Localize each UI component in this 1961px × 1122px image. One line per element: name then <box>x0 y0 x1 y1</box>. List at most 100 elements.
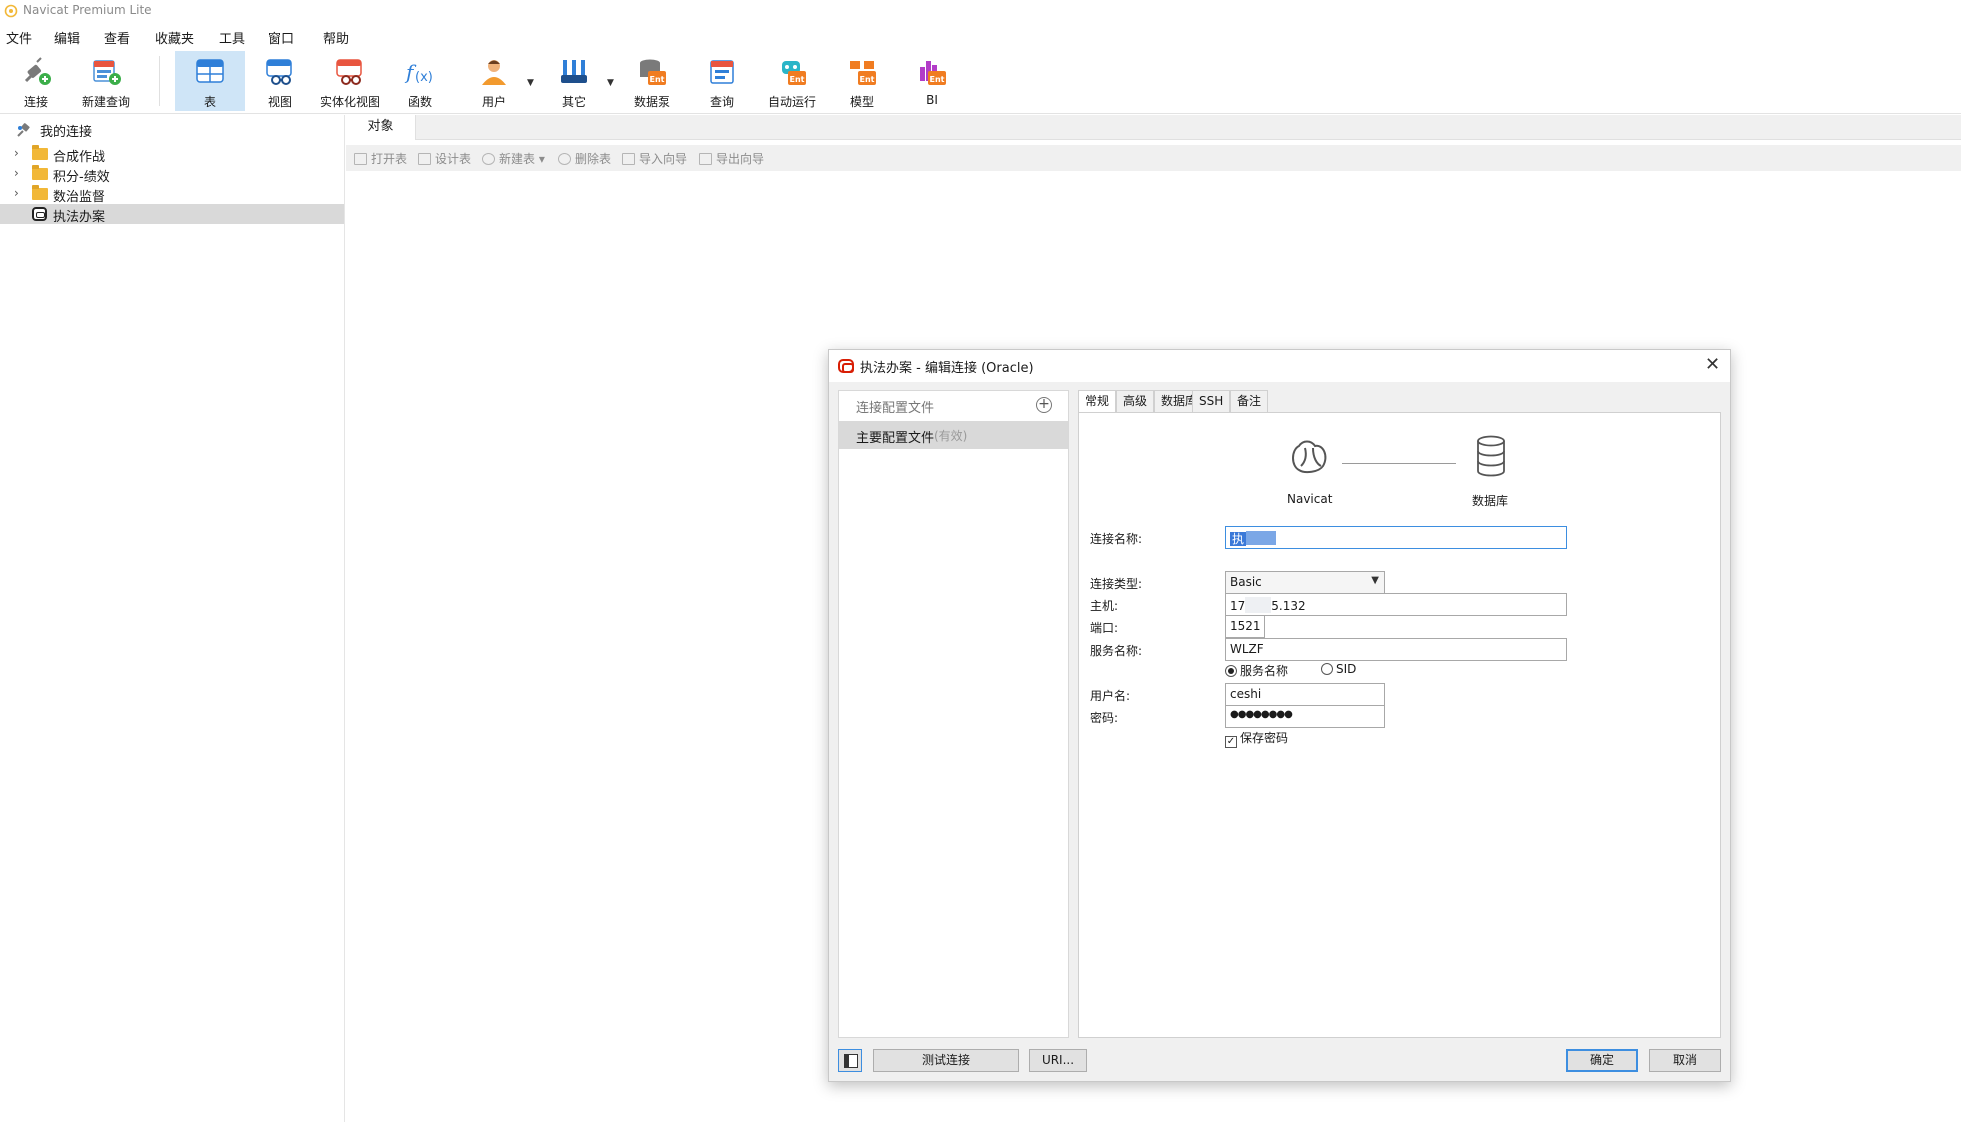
toggle-profiles-panel-icon[interactable] <box>838 1049 862 1072</box>
password-input[interactable]: ●●●●●●●● <box>1225 705 1385 728</box>
open-table-button[interactable]: 打开表 <box>354 150 407 168</box>
object-toolbar: 打开表 设计表 新建表 ▾ 删除表 导入向导 导出向导 <box>346 145 1961 171</box>
connection-type-select[interactable]: Basic ▼ <box>1225 571 1385 594</box>
user-dropdown-arrow-icon[interactable]: ▼ <box>527 78 534 88</box>
tab-general[interactable]: 常规 <box>1078 390 1117 413</box>
expand-chevron-icon[interactable]: › <box>14 166 19 180</box>
import-wizard-button[interactable]: 导入向导 <box>622 150 687 168</box>
app-title: Navicat Premium Lite <box>23 3 152 17</box>
minus-circle-icon <box>558 153 571 165</box>
username-input[interactable]: ceshi <box>1225 683 1385 706</box>
radio-service-name[interactable]: 服务名称 <box>1225 662 1288 679</box>
folder-icon <box>32 185 48 200</box>
function-icon: f (x) <box>404 60 433 85</box>
save-password-checkbox[interactable]: ✓ 保存密码 <box>1225 729 1288 748</box>
design-table-button[interactable]: 设计表 <box>418 150 471 168</box>
data-pump-label: 数据泵 <box>633 95 670 109</box>
radio-sid[interactable]: SID <box>1321 662 1356 676</box>
profile-item-main[interactable]: 主要配置文件 (有效) <box>839 421 1068 449</box>
conn-type-label: 连接类型: <box>1090 577 1143 591</box>
materialized-view-label: 实体化视图 <box>319 95 380 109</box>
nav-item-hecheng[interactable]: › 合成作战 <box>0 144 344 165</box>
auto-run-label: 自动运行 <box>767 95 816 109</box>
profile-status: (有效) <box>934 429 968 443</box>
profile-name: 主要配置文件 <box>856 431 935 446</box>
menu-view[interactable]: 查看 <box>104 28 130 47</box>
new-query-icon <box>93 60 121 85</box>
folder-icon <box>32 145 48 160</box>
function-label: 函数 <box>407 95 432 109</box>
svg-text:Ent: Ent <box>650 75 665 84</box>
new-query-label: 新建查询 <box>81 95 130 109</box>
expand-chevron-icon[interactable]: › <box>14 146 19 160</box>
nav-item-shuzhi[interactable]: › 数治监督 <box>0 184 344 205</box>
model-button[interactable]: Ent 模型 <box>834 51 890 111</box>
ok-button[interactable]: 确定 <box>1566 1049 1638 1072</box>
menu-edit[interactable]: 编辑 <box>54 28 80 47</box>
menu-window[interactable]: 窗口 <box>268 28 294 47</box>
nav-item-label: 积分-绩效 <box>53 170 110 185</box>
other-button[interactable]: 其它 <box>546 51 602 111</box>
new-query-button[interactable]: 新建查询 <box>76 51 136 111</box>
menu-file[interactable]: 文件 <box>6 28 32 47</box>
export-wizard-button[interactable]: 导出向导 <box>699 150 764 168</box>
port-input[interactable]: 1521 <box>1225 615 1265 638</box>
close-icon[interactable]: ✕ <box>1705 354 1720 375</box>
nav-item-jifen[interactable]: › 积分-绩效 <box>0 164 344 185</box>
model-icon: Ent <box>850 61 876 85</box>
object-tabs: 对象 <box>346 115 1961 140</box>
add-profile-icon[interactable]: + <box>1036 397 1052 413</box>
other-dropdown-arrow-icon[interactable]: ▼ <box>607 78 614 88</box>
service-name-label: 服务名称: <box>1090 644 1143 658</box>
table-label: 表 <box>203 95 216 109</box>
cancel-button[interactable]: 取消 <box>1649 1049 1721 1072</box>
bi-button[interactable]: Ent BI <box>904 51 960 111</box>
menu-help[interactable]: 帮助 <box>323 28 349 47</box>
open-table-icon <box>354 153 367 165</box>
connection-line <box>1342 463 1456 464</box>
view-icon <box>266 59 292 85</box>
uri-button[interactable]: URI... <box>1029 1049 1087 1072</box>
test-connection-button[interactable]: 测试连接 <box>873 1049 1019 1072</box>
nav-item-zhifa[interactable]: 执法办案 <box>0 204 344 225</box>
tab-notes[interactable]: 备注 <box>1230 390 1269 412</box>
conn-type-value: Basic <box>1230 575 1262 589</box>
nav-root-label: 我的连接 <box>40 125 93 140</box>
navicat-caption: Navicat <box>1287 492 1333 506</box>
query-button[interactable]: 查询 <box>694 51 750 111</box>
auto-run-button[interactable]: Ent 自动运行 <box>762 51 822 111</box>
query-icon <box>710 60 734 84</box>
function-button[interactable]: f (x) 函数 <box>392 51 448 111</box>
import-icon <box>622 153 635 165</box>
conn-name-selection: 执 <box>1230 532 1247 546</box>
table-button[interactable]: 表 <box>175 51 245 111</box>
data-pump-button[interactable]: Ent 数据泵 <box>624 51 680 111</box>
oracle-icon <box>838 359 854 373</box>
pencil-icon <box>418 153 431 165</box>
dialog-title: 执法办案 - 编辑连接 (Oracle) <box>860 361 1034 376</box>
menu-favorites[interactable]: 收藏夹 <box>155 28 194 47</box>
radio-checked-icon <box>1225 665 1237 677</box>
menu-tools[interactable]: 工具 <box>219 28 245 47</box>
new-table-button[interactable]: 新建表 ▾ <box>482 150 545 168</box>
redacted-host <box>1245 597 1272 613</box>
svg-text:Ent: Ent <box>930 75 945 84</box>
tab-ssh[interactable]: SSH <box>1192 390 1231 412</box>
connect-button[interactable]: 连接 <box>8 51 64 111</box>
password-label: 密码: <box>1090 711 1119 725</box>
materialized-view-button[interactable]: 实体化视图 <box>314 51 386 111</box>
view-button[interactable]: 视图 <box>250 51 310 111</box>
user-icon <box>482 60 506 85</box>
port-label: 端口: <box>1090 621 1119 635</box>
host-input[interactable]: 17 5.132 <box>1225 593 1567 616</box>
service-name-input[interactable]: WLZF <box>1225 638 1567 661</box>
tab-advanced[interactable]: 高级 <box>1116 390 1155 412</box>
delete-table-button[interactable]: 删除表 <box>558 150 611 168</box>
connection-name-input[interactable]: 执 <box>1225 526 1567 549</box>
general-form-panel: Navicat 数据库 连接名称: 执 连接类型: Basic ▼ 主机: 17… <box>1078 412 1721 1038</box>
svg-text:Ent: Ent <box>790 75 805 84</box>
data-pump-icon: Ent <box>640 59 666 85</box>
expand-chevron-icon[interactable]: › <box>14 186 19 200</box>
tab-objects[interactable]: 对象 <box>346 115 416 140</box>
user-button[interactable]: 用户 <box>466 51 522 111</box>
